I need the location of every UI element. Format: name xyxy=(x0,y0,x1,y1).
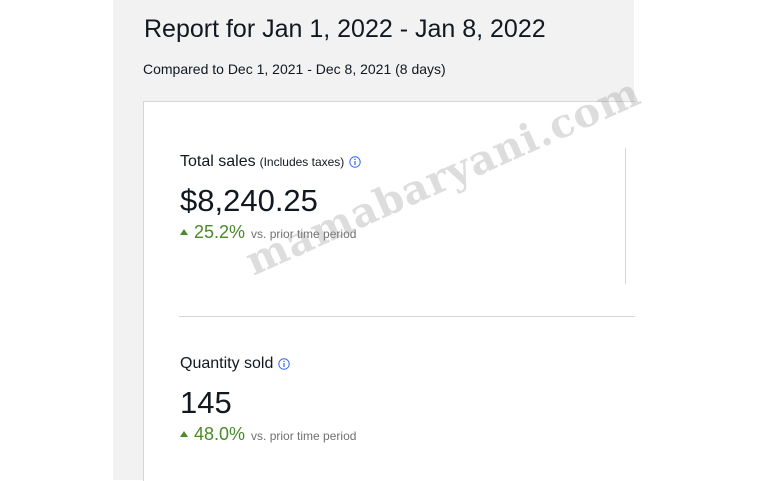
change-percent: 48.0% xyxy=(194,424,246,444)
metric-label-row: Total sales (Includes taxes) xyxy=(180,152,361,172)
change-note: vs. prior time period xyxy=(251,429,357,443)
metric-note: (Includes taxes) xyxy=(259,155,345,169)
report-panel: Report for Jan 1, 2022 - Jan 8, 2022 Com… xyxy=(113,0,635,481)
triangle-up-icon xyxy=(180,431,188,437)
vertical-divider xyxy=(625,148,626,284)
metric-total-sales: Total sales (Includes taxes) $8,240.25 2… xyxy=(180,152,361,243)
change-note: vs. prior time period xyxy=(251,227,357,241)
info-circle-icon[interactable] xyxy=(349,156,361,168)
metric-label: Quantity sold xyxy=(180,355,274,372)
metric-label: Total sales xyxy=(180,153,256,170)
metrics-card: Total sales (Includes taxes) $8,240.25 2… xyxy=(143,101,635,481)
change-percent: 25.2% xyxy=(194,222,246,242)
metric-value: 145 xyxy=(180,385,232,420)
report-subtitle: Compared to Dec 1, 2021 - Dec 8, 2021 (8… xyxy=(143,61,446,77)
triangle-up-icon xyxy=(180,229,188,235)
metric-change: 48.0% vs. prior time period xyxy=(180,424,356,445)
metric-quantity-sold: Quantity sold 145 48.0% vs. prior time p… xyxy=(180,354,356,445)
horizontal-divider xyxy=(179,316,635,317)
metric-change: 25.2% vs. prior time period xyxy=(180,222,361,243)
info-circle-icon[interactable] xyxy=(278,358,291,370)
metric-value: $8,240.25 xyxy=(180,183,318,218)
metric-label-row: Quantity sold xyxy=(180,354,356,374)
report-title: Report for Jan 1, 2022 - Jan 8, 2022 xyxy=(144,15,546,43)
